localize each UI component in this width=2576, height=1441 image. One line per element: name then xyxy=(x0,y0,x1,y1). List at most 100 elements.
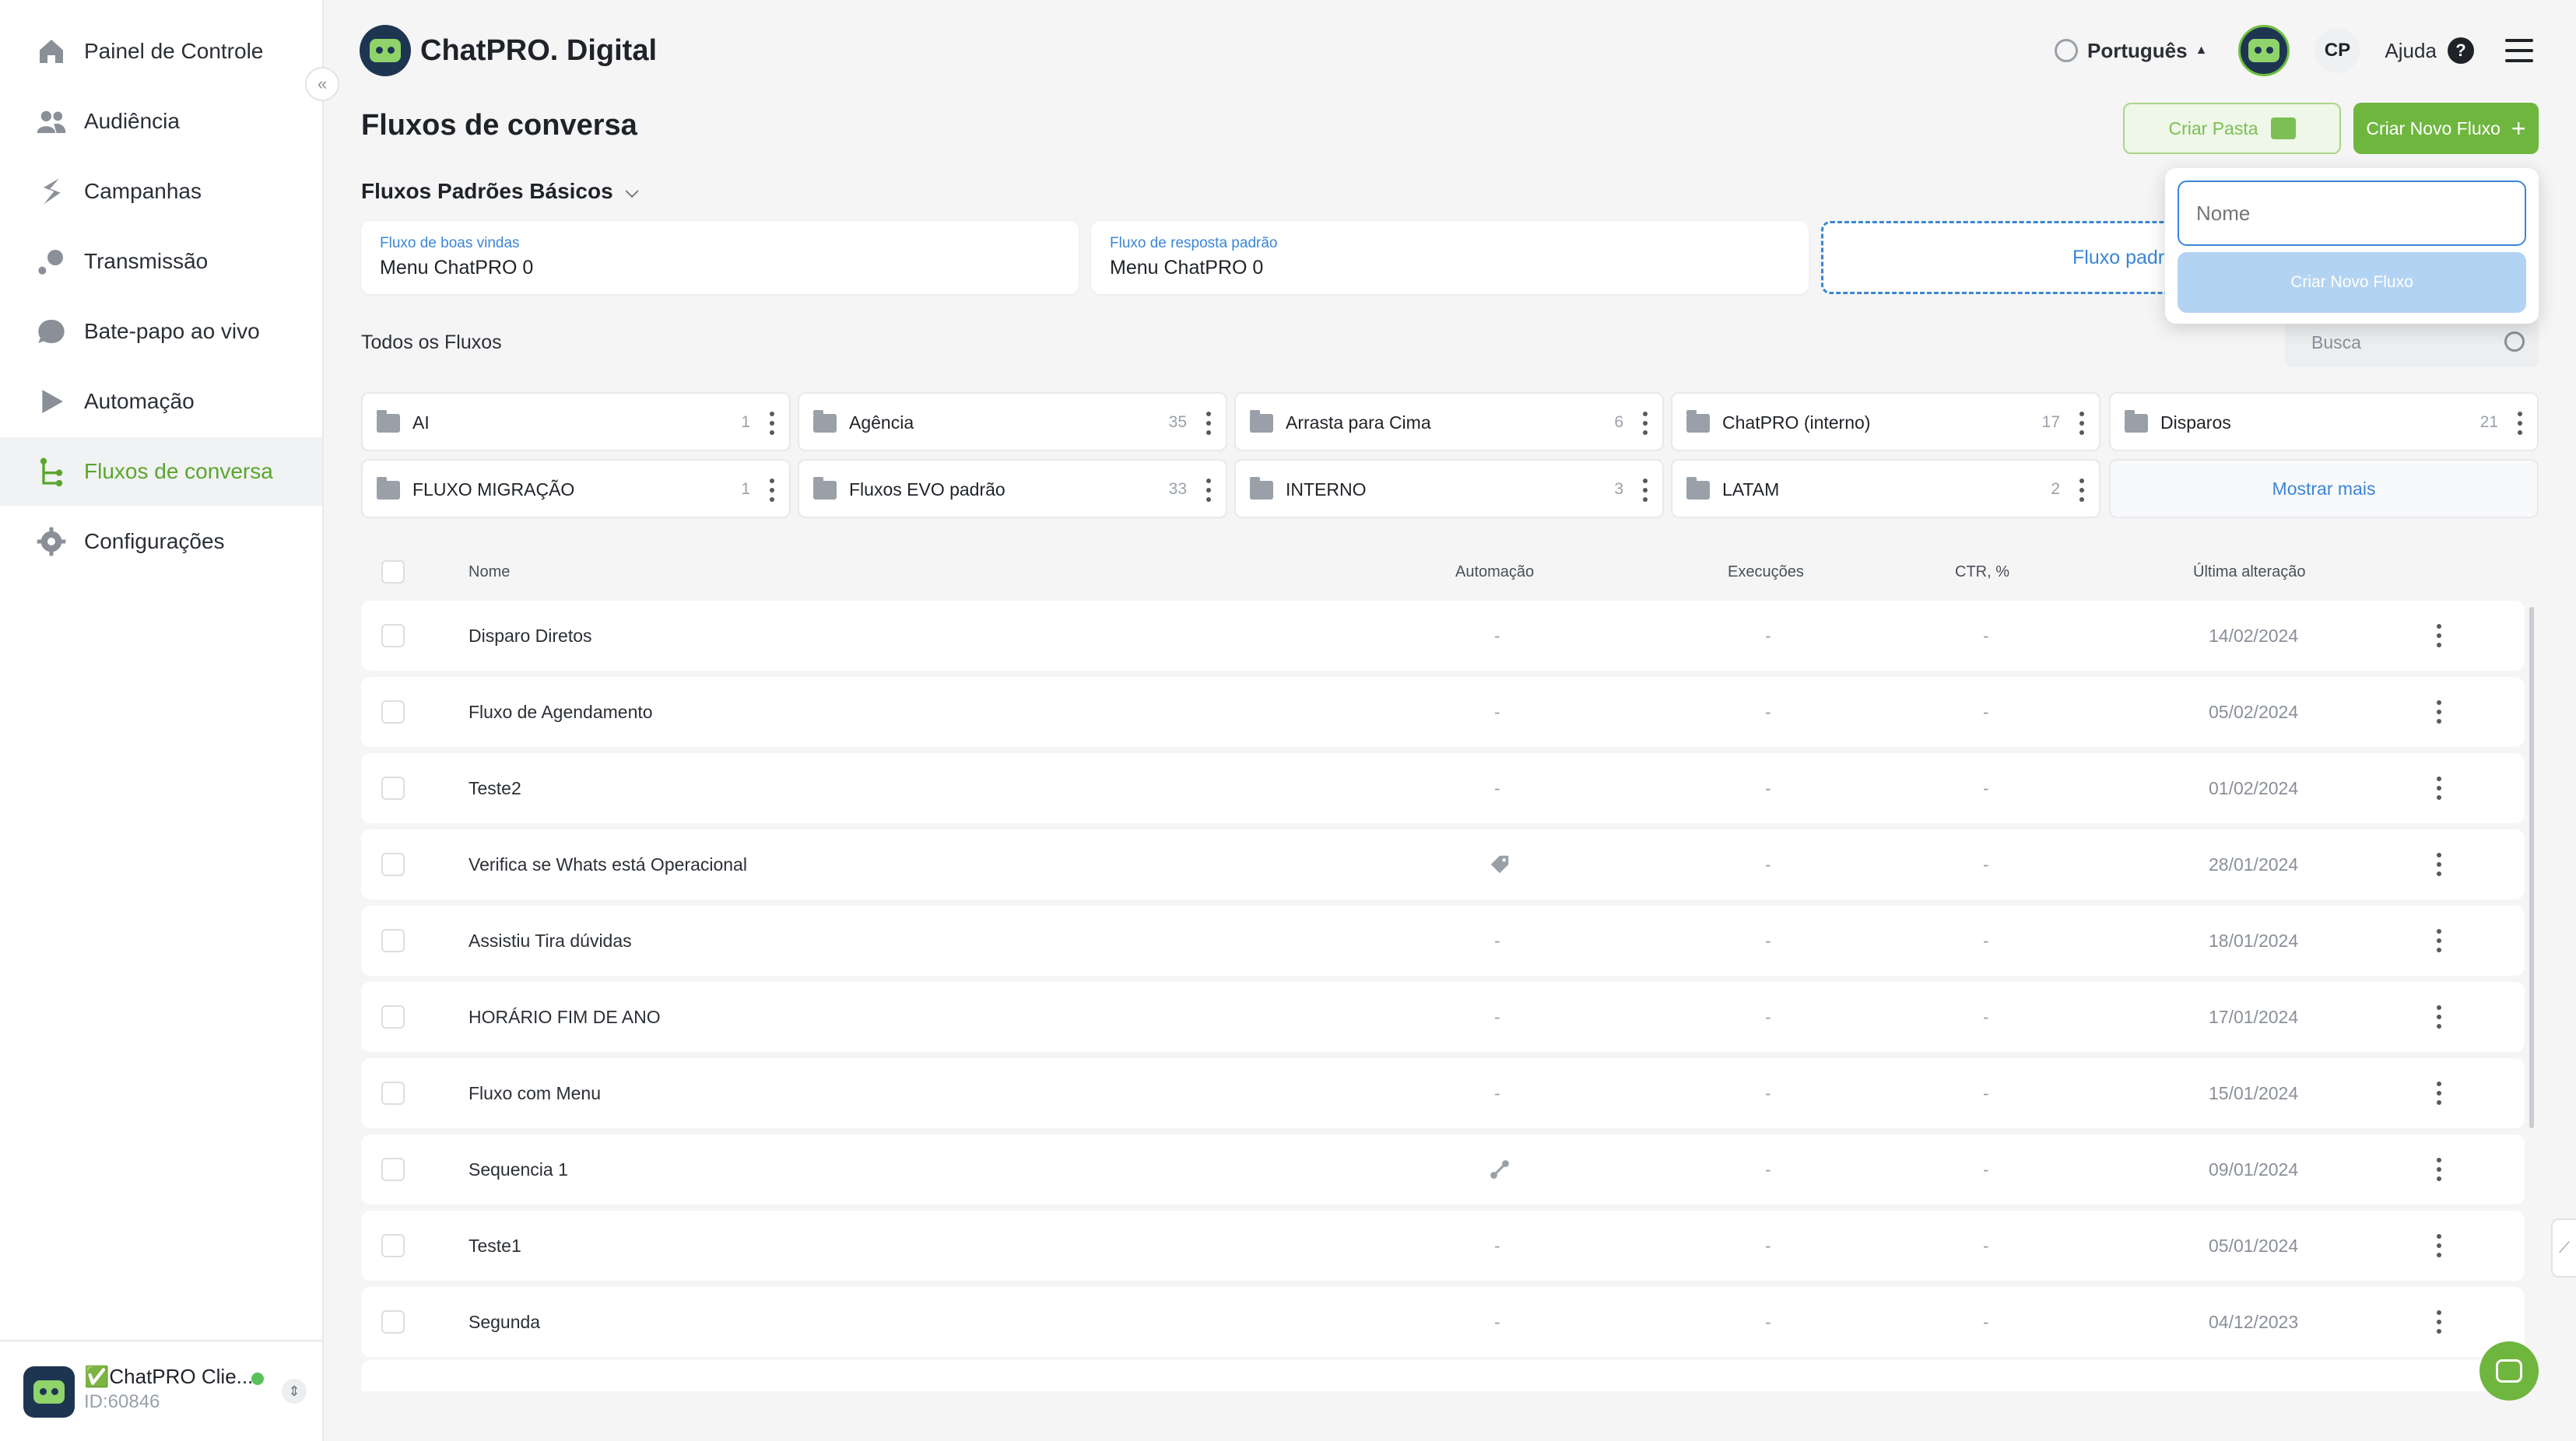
more-options-icon[interactable] xyxy=(2436,624,2442,647)
table-row[interactable]: Teste1 - - - 05/01/2024 xyxy=(361,1211,2525,1281)
hamburger-menu-icon[interactable] xyxy=(2504,39,2533,62)
chat-icon xyxy=(2496,1359,2522,1383)
folder-name: Agência xyxy=(849,412,914,433)
language-selector[interactable]: Português ▲ xyxy=(2055,39,2207,63)
folder-card[interactable]: INTERNO 3 xyxy=(1234,459,1664,518)
row-checkbox[interactable] xyxy=(381,1158,405,1181)
row-checkbox[interactable] xyxy=(381,929,405,952)
sidebar-item-bate-papo[interactable]: Bate-papo ao vivo xyxy=(0,297,322,366)
last-modified-cell: 05/02/2024 xyxy=(2209,702,2299,722)
more-options-icon[interactable] xyxy=(2436,929,2442,952)
ctr-cell: - xyxy=(1983,1159,1989,1180)
more-options-icon[interactable] xyxy=(2436,1310,2442,1334)
column-header-automation[interactable]: Automação xyxy=(1455,563,1534,581)
more-options-icon[interactable] xyxy=(769,479,775,502)
more-options-icon[interactable] xyxy=(2436,777,2442,800)
more-options-icon[interactable] xyxy=(2436,1158,2442,1181)
row-checkbox[interactable] xyxy=(381,1005,405,1029)
account-switcher[interactable]: ✅ChatPRO Clie... ID:60846 ⇕ xyxy=(0,1340,322,1441)
sidebar-item-configuracoes[interactable]: Configurações xyxy=(0,507,322,576)
create-folder-button[interactable]: Criar Pasta xyxy=(2123,103,2341,154)
default-reply-flow-card[interactable]: Fluxo de resposta padrão Menu ChatPRO 0 xyxy=(1091,221,1809,294)
row-checkbox[interactable] xyxy=(381,1310,405,1334)
column-header-ctr[interactable]: CTR, % xyxy=(1955,563,2009,581)
collapse-sidebar-button[interactable]: « xyxy=(305,67,339,101)
more-options-icon[interactable] xyxy=(2079,479,2085,502)
sidebar-item-automacao[interactable]: Automação xyxy=(0,367,322,436)
folder-name: Disparos xyxy=(2160,412,2231,433)
table-row[interactable]: Verifica se Whats está Operacional - - 2… xyxy=(361,829,2525,899)
row-checkbox[interactable] xyxy=(381,1234,405,1257)
support-chat-button[interactable] xyxy=(2479,1341,2539,1401)
create-flow-label: Criar Novo Fluxo xyxy=(2366,117,2501,138)
flow-name: Assistiu Tira dúvidas xyxy=(469,931,632,951)
flow-name-input[interactable] xyxy=(2178,181,2526,246)
help-button[interactable]: Ajuda ? xyxy=(2385,37,2474,64)
more-options-icon[interactable] xyxy=(769,412,775,435)
table-scrollbar[interactable] xyxy=(2529,607,2534,1128)
more-options-icon[interactable] xyxy=(2436,1005,2442,1029)
folder-card[interactable]: FLUXO MIGRAÇÃO 1 xyxy=(361,459,791,518)
account-name: ✅ChatPRO Clie... xyxy=(84,1365,254,1388)
sidebar-item-label: Transmissão xyxy=(84,249,209,273)
profile-avatar[interactable] xyxy=(2238,25,2290,76)
gear-icon xyxy=(34,524,68,559)
more-options-icon[interactable] xyxy=(1642,479,1648,502)
sidebar-item-campanhas[interactable]: Campanhas xyxy=(0,157,322,226)
more-options-icon[interactable] xyxy=(1642,412,1648,435)
create-flow-button[interactable]: Criar Novo Fluxo + xyxy=(2353,103,2539,154)
last-modified-cell: 14/02/2024 xyxy=(2209,626,2299,646)
table-row[interactable]: Assistiu Tira dúvidas - - - 18/01/2024 xyxy=(361,906,2525,976)
user-initials-avatar[interactable]: CP xyxy=(2315,28,2360,73)
more-options-icon[interactable] xyxy=(2436,1234,2442,1257)
confirm-create-flow-button[interactable]: Criar Novo Fluxo xyxy=(2178,252,2526,313)
more-options-icon[interactable] xyxy=(2517,412,2523,435)
sidebar-item-painel[interactable]: Painel de Controle xyxy=(0,17,322,86)
sidebar-item-fluxos[interactable]: Fluxos de conversa xyxy=(0,437,322,506)
welcome-flow-card[interactable]: Fluxo de boas vindas Menu ChatPRO 0 xyxy=(361,221,1422,294)
table-row[interactable]: Segunda - - - 04/12/2023 xyxy=(361,1287,2525,1357)
sidebar-item-transmissao[interactable]: Transmissão xyxy=(0,227,322,296)
folder-card[interactable]: LATAM 2 xyxy=(1671,459,2100,518)
default-flows-toggle[interactable]: Fluxos Padrões Básicos ⌵ xyxy=(361,179,638,204)
row-checkbox[interactable] xyxy=(381,853,405,876)
sidebar-item-audiencia[interactable]: Audiência xyxy=(0,87,322,156)
row-checkbox[interactable] xyxy=(381,777,405,800)
table-row[interactable]: Fluxo de Agendamento - - - 05/02/2024 xyxy=(361,677,2525,747)
executions-cell: - xyxy=(1765,931,1771,951)
question-icon: ? xyxy=(2447,37,2474,64)
more-options-icon[interactable] xyxy=(2079,412,2085,435)
side-panel-toggle-icon[interactable]: ⟋ xyxy=(2551,1218,2576,1278)
row-checkbox[interactable] xyxy=(381,624,405,647)
more-options-icon[interactable] xyxy=(2436,853,2442,876)
table-header: Nome Automação Execuções CTR, % Última a… xyxy=(361,557,2525,588)
last-modified-cell: 17/01/2024 xyxy=(2209,1007,2299,1027)
folder-card[interactable]: ChatPRO (interno) 17 xyxy=(1671,392,2100,451)
flow-name: Fluxo de Agendamento xyxy=(469,702,653,722)
search-input[interactable]: Busca xyxy=(2285,319,2539,367)
folder-card[interactable]: Disparos 21 xyxy=(2109,392,2539,451)
more-options-icon[interactable] xyxy=(2436,1082,2442,1105)
more-options-icon[interactable] xyxy=(2436,700,2442,724)
folder-name: Arrasta para Cima xyxy=(1286,412,1431,433)
row-checkbox[interactable] xyxy=(381,700,405,724)
table-row[interactable]: Sequencia 1 - - 09/01/2024 xyxy=(361,1134,2525,1204)
folder-card[interactable]: AI 1 xyxy=(361,392,791,451)
column-header-name[interactable]: Nome xyxy=(469,563,510,581)
folder-card[interactable]: Fluxos EVO padrão 33 xyxy=(798,459,1227,518)
folder-card[interactable]: Agência 35 xyxy=(798,392,1227,451)
more-options-icon[interactable] xyxy=(1206,412,1212,435)
show-more-button[interactable]: Mostrar mais xyxy=(2109,459,2539,518)
select-all-checkbox[interactable] xyxy=(381,560,405,584)
brand-logo[interactable]: ChatPRO. Digital xyxy=(360,25,657,76)
table-row[interactable]: Teste2 - - - 01/02/2024 xyxy=(361,753,2525,823)
table-row[interactable]: Fluxo com Menu - - - 15/01/2024 xyxy=(361,1058,2525,1128)
table-row[interactable]: Disparo Diretos - - - 14/02/2024 xyxy=(361,601,2525,671)
row-checkbox[interactable] xyxy=(381,1082,405,1105)
switch-account-icon[interactable]: ⇕ xyxy=(282,1379,307,1404)
more-options-icon[interactable] xyxy=(1206,479,1212,502)
column-header-executions[interactable]: Execuções xyxy=(1728,563,1804,581)
column-header-last-modified[interactable]: Última alteração xyxy=(2193,563,2306,581)
folder-card[interactable]: Arrasta para Cima 6 xyxy=(1234,392,1664,451)
table-row[interactable]: HORÁRIO FIM DE ANO - - - 17/01/2024 xyxy=(361,982,2525,1052)
